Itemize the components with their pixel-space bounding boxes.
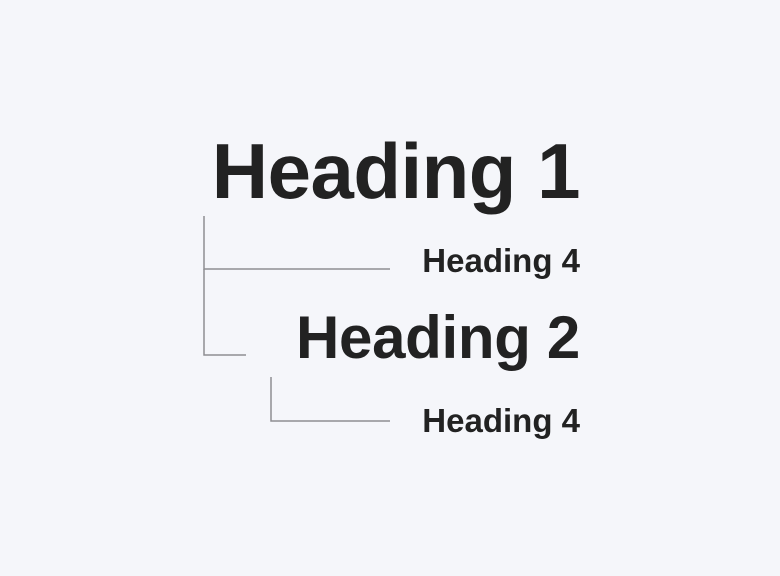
connector-h2-to-h4 [270, 377, 390, 422]
heading-2-label: Heading 2 [295, 304, 580, 371]
heading-1-label: Heading 1 [211, 127, 581, 215]
connector-lines [203, 216, 390, 422]
connector-h1-to-h4 [203, 216, 390, 270]
heading-4-label-first: Heading 4 [422, 242, 580, 279]
connector-h1-to-h2 [203, 269, 246, 356]
heading-4-label-second: Heading 4 [422, 402, 580, 439]
